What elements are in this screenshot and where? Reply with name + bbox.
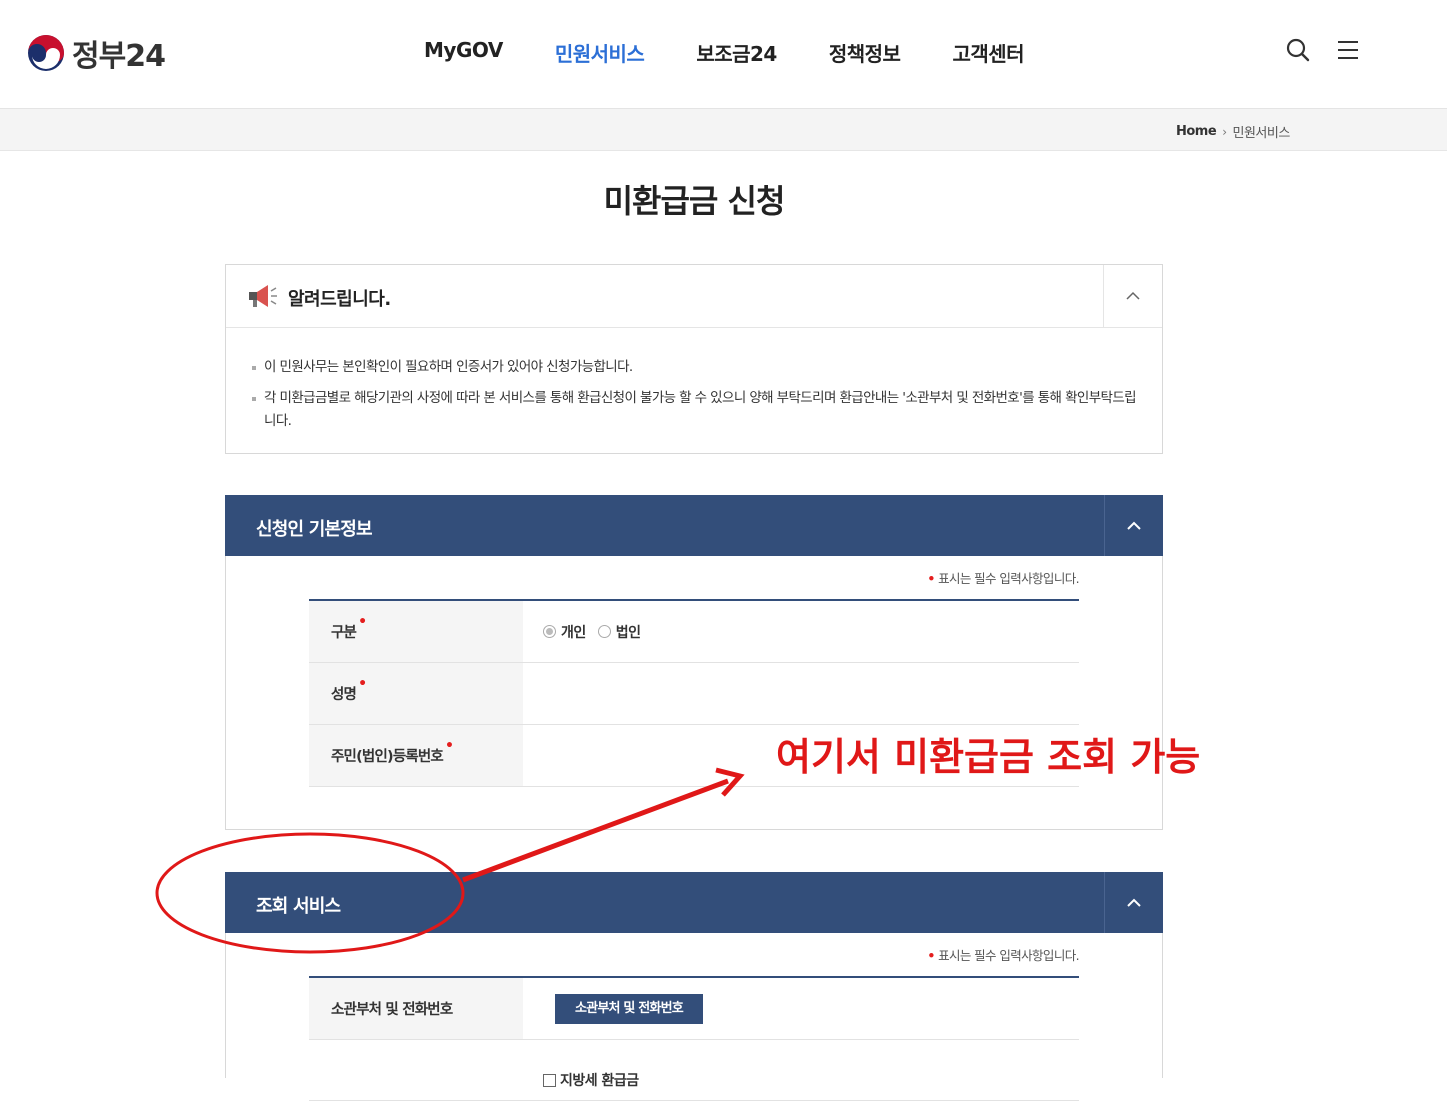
chevron-up-icon	[1127, 898, 1141, 907]
annotation-text: 여기서 미환급금 조회 가능	[776, 735, 1201, 779]
megaphone-icon	[249, 285, 277, 307]
required-note-text: 표시는 필수 입력사항입니다.	[938, 571, 1080, 586]
breadcrumb-home[interactable]: Home	[1176, 124, 1217, 139]
nav-item-customer-center[interactable]: 고객센터	[952, 38, 1024, 67]
panel-title: 신청인 기본정보	[256, 519, 373, 540]
header-actions	[1285, 37, 1385, 63]
row-label: 소관부처 및 전화번호	[309, 978, 523, 1039]
checkbox-box	[543, 1073, 556, 1087]
row-value: 소관부처 및 전화번호	[523, 978, 1079, 1039]
inquiry-service-panel: 조회 서비스 • 표시는 필수 입력사항입니다. 소관부처 및 전화번호 소관부…	[225, 872, 1163, 1101]
notice-item: 이 민원사무는 본인확인이 필요하며 인증서가 있어야 신청가능합니다.	[252, 356, 1138, 379]
menu-icon[interactable]	[1335, 37, 1361, 63]
radio-corporation[interactable]: 법인	[597, 622, 641, 642]
chevron-right-icon: ›	[1222, 124, 1227, 139]
required-dot: •	[444, 737, 454, 754]
inquiry-collapse-button[interactable]	[1104, 872, 1163, 933]
name-field	[523, 663, 1079, 724]
ministry-phone-button[interactable]: 소관부처 및 전화번호	[555, 993, 703, 1024]
required-note: • 표시는 필수 입력사항입니다.	[927, 945, 1079, 964]
site-header: 정부24 MyGOV 민원서비스 보조금24 정책정보 고객센터	[0, 0, 1447, 109]
required-dot: •	[927, 571, 935, 586]
nav-item-subsidy24[interactable]: 보조금24	[696, 38, 777, 67]
table-row: 소관부처 및 전화번호 소관부처 및 전화번호	[309, 978, 1079, 1040]
required-dot: •	[358, 675, 367, 692]
radio-label: 법인	[615, 624, 641, 641]
local-tax-refund-checkbox[interactable]: 지방세 환급금	[543, 1070, 639, 1090]
required-dot: •	[358, 613, 367, 630]
table-row: 지방세 환급금	[309, 1040, 1079, 1101]
nav-item-policy-info[interactable]: 정책정보	[829, 38, 901, 67]
notice-box: 알려드립니다. 이 민원사무는 본인확인이 필요하며 인증서가 있어야 신청가능…	[225, 264, 1163, 454]
inquiry-form-table: 소관부처 및 전화번호 소관부처 및 전화번호 지방세 환급금	[309, 976, 1079, 1101]
notice-collapse-button[interactable]	[1103, 265, 1162, 327]
logo-text: 정부24	[72, 39, 166, 74]
gov-emblem-icon	[28, 35, 64, 71]
radio-individual[interactable]: 개인	[543, 622, 586, 642]
chevron-up-icon	[1126, 291, 1140, 300]
radio-label: 개인	[561, 624, 586, 641]
required-dot: •	[927, 948, 935, 963]
breadcrumb: Home › 민원서비스	[1176, 122, 1290, 141]
row-value: 개인 법인	[523, 601, 1079, 662]
row-value: 지방세 환급금	[523, 1040, 1079, 1100]
required-note-text: 표시는 필수 입력사항입니다.	[938, 948, 1080, 963]
chevron-up-icon	[1127, 521, 1141, 530]
main-nav: MyGOV 민원서비스 보조금24 정책정보 고객센터	[424, 38, 1076, 67]
breadcrumb-bar: Home › 민원서비스	[0, 109, 1447, 151]
nav-item-civil-service[interactable]: 민원서비스	[555, 38, 645, 67]
notice-body: 이 민원사무는 본인확인이 필요하며 인증서가 있어야 신청가능합니다. 각 미…	[226, 328, 1162, 433]
applicant-collapse-button[interactable]	[1104, 495, 1163, 556]
row-label: 성명 •	[309, 663, 523, 724]
row-label: 구분 •	[309, 601, 523, 662]
page-title: 미환급금 신청	[603, 182, 786, 220]
inquiry-service-header: 조회 서비스	[225, 872, 1163, 933]
row-label: 주민(법인)등록번호 •	[309, 725, 523, 786]
radio-circle	[597, 625, 611, 638]
notice-header: 알려드립니다.	[226, 265, 1162, 328]
table-row: 성명 •	[309, 663, 1079, 725]
radio-circle	[543, 625, 556, 638]
table-row: 구분 • 개인 법인	[309, 601, 1079, 663]
nav-item-mygov[interactable]: MyGOV	[424, 38, 503, 67]
notice-title: 알려드립니다.	[288, 289, 391, 310]
required-note: • 표시는 필수 입력사항입니다.	[927, 568, 1079, 587]
label-ministry-phone: 소관부처 및 전화번호	[331, 1002, 453, 1018]
checkbox-label: 지방세 환급금	[560, 1073, 639, 1089]
search-icon[interactable]	[1285, 37, 1311, 63]
breadcrumb-current[interactable]: 민원서비스	[1233, 122, 1291, 141]
panel-title: 조회 서비스	[256, 896, 341, 917]
notice-item: 각 미환급금별로 해당기관의 사정에 따라 본 서비스를 통해 환급신청이 불가…	[252, 387, 1138, 433]
label-reg-number: 주민(법인)등록번호	[331, 749, 444, 765]
label-type: 구분	[331, 625, 357, 641]
logo[interactable]: 정부24	[26, 31, 166, 75]
label-name: 성명	[331, 687, 357, 703]
applicant-info-header: 신청인 기본정보	[225, 495, 1163, 556]
